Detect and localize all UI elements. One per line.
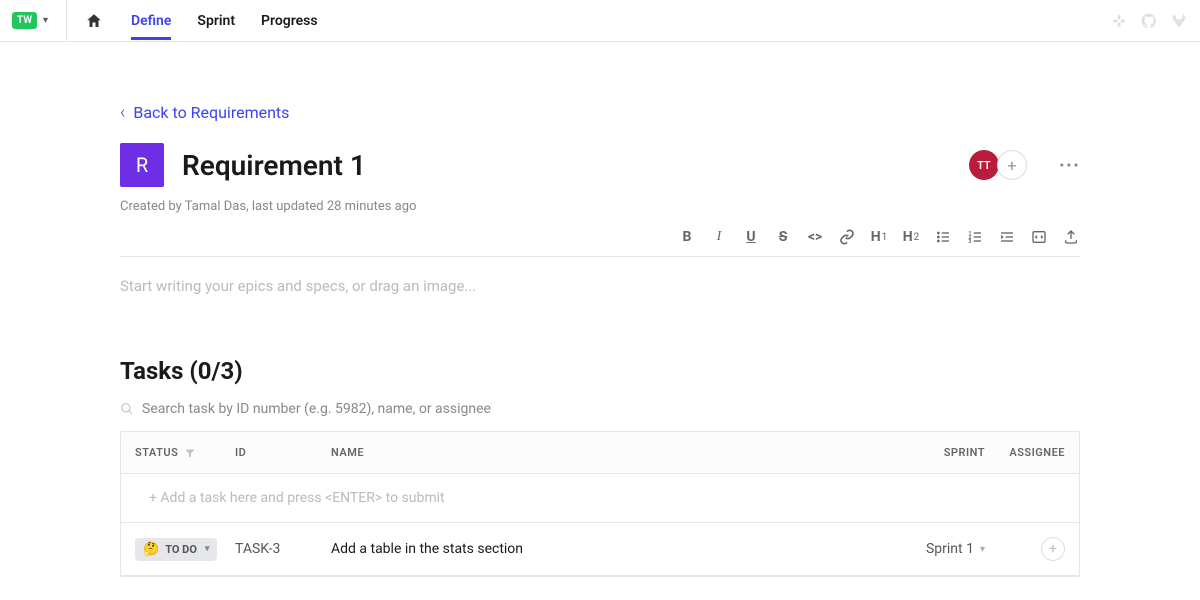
col-sprint[interactable]: SPRINT (895, 446, 985, 459)
status-pill[interactable]: 🤔 TO DO ▾ (135, 538, 217, 561)
chevron-left-icon: ‹ (120, 102, 125, 123)
gitlab-icon[interactable] (1170, 12, 1188, 30)
github-icon[interactable] (1140, 12, 1158, 30)
search-icon (120, 402, 134, 416)
h1-button[interactable]: H1 (870, 228, 888, 246)
tab-define[interactable]: Define (131, 2, 171, 40)
add-task-input[interactable]: + Add a task here and press <ENTER> to s… (121, 474, 1079, 523)
underline-button[interactable]: U (742, 228, 760, 246)
workspace-switcher[interactable]: TW (12, 12, 37, 29)
upload-button[interactable] (1062, 228, 1080, 246)
tab-progress[interactable]: Progress (261, 2, 318, 40)
bold-button[interactable]: B (678, 228, 696, 246)
sprint-select[interactable]: Sprint 1 ▾ (895, 541, 985, 557)
meta-text: Created by Tamal Das, last updated 28 mi… (120, 199, 1080, 214)
h2-button[interactable]: H2 (902, 228, 920, 246)
workspace-badge-text: TW (17, 15, 32, 26)
add-assignee-button[interactable]: + (997, 150, 1027, 180)
tab-sprint[interactable]: Sprint (197, 2, 235, 40)
bullet-list-button[interactable] (934, 228, 952, 246)
divider (66, 0, 67, 42)
outdent-button[interactable] (998, 228, 1016, 246)
col-name[interactable]: NAME (331, 446, 895, 459)
col-assignee[interactable]: ASSIGNEE (985, 446, 1065, 459)
more-menu-button[interactable]: ··· (1059, 153, 1080, 177)
editor-toolbar: B I U S <> H1 H2 123 (120, 222, 1080, 257)
thinking-emoji-icon: 🤔 (143, 542, 159, 557)
task-name[interactable]: Add a table in the stats section (331, 541, 895, 557)
chevron-down-icon: ▾ (205, 544, 210, 554)
code-block-button[interactable] (1030, 228, 1048, 246)
task-search-input[interactable]: Search task by ID number (e.g. 5982), na… (120, 401, 1080, 417)
col-id[interactable]: ID (235, 446, 331, 459)
table-header: STATUS ID NAME SPRINT ASSIGNEE (121, 432, 1079, 474)
numbered-list-button[interactable]: 123 (966, 228, 984, 246)
code-button[interactable]: <> (806, 228, 824, 246)
editor-textarea[interactable]: Start writing your epics and specs, or d… (120, 277, 1080, 337)
filter-icon (184, 447, 196, 459)
table-row[interactable]: 🤔 TO DO ▾ TASK-3 Add a table in the stat… (121, 523, 1079, 576)
page-title[interactable]: Requirement 1 (182, 149, 951, 182)
svg-text:3: 3 (968, 239, 971, 245)
tasks-heading: Tasks (0/3) (120, 357, 1080, 385)
col-status[interactable]: STATUS (135, 446, 235, 459)
italic-button[interactable]: I (710, 228, 728, 246)
requirement-badge: R (120, 143, 164, 187)
chevron-down-icon: ▾ (43, 15, 48, 26)
strikethrough-button[interactable]: S (774, 228, 792, 246)
search-placeholder: Search task by ID number (e.g. 5982), na… (142, 401, 491, 417)
slack-icon[interactable] (1110, 12, 1128, 30)
avatar[interactable]: TT (969, 150, 999, 180)
back-link-text: Back to Requirements (133, 103, 289, 122)
add-assignee-button[interactable]: + (1041, 537, 1065, 561)
back-to-requirements-link[interactable]: ‹ Back to Requirements (120, 102, 289, 123)
status-label: TO DO (165, 543, 197, 556)
link-button[interactable] (838, 228, 856, 246)
home-icon[interactable] (85, 12, 103, 30)
task-id: TASK-3 (235, 541, 331, 557)
task-table: STATUS ID NAME SPRINT ASSIGNEE + Add a t… (120, 431, 1080, 577)
